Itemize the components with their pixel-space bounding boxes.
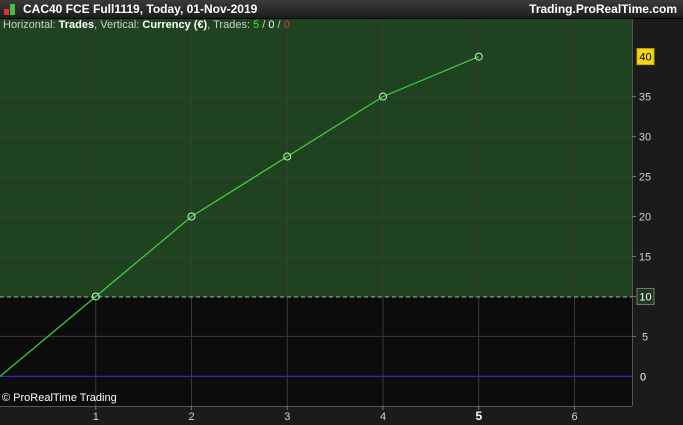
- vertical-value: Currency (€): [142, 19, 208, 31]
- horizontal-value: Trades: [58, 19, 95, 31]
- y-tick-label: 15: [639, 251, 651, 263]
- equity-chart[interactable]: 510152025303501040123456: [0, 0, 683, 425]
- x-tick-label: 1: [93, 411, 99, 423]
- x-tick-label: 2: [188, 411, 194, 423]
- trades-separator: /: [274, 19, 284, 31]
- x-tick-label: 4: [380, 411, 386, 423]
- vertical-prefix: , Vertical:: [94, 19, 143, 31]
- trades-prefix: , Trades:: [207, 19, 254, 31]
- last-value-label: 40: [639, 52, 651, 64]
- zero-label: 0: [640, 371, 646, 383]
- y-tick-label: 20: [639, 211, 651, 223]
- y-tick-label: 30: [639, 132, 651, 144]
- trades-separator: /: [259, 19, 269, 31]
- reference-value-label: 10: [639, 291, 651, 303]
- horizontal-prefix: Horizontal:: [3, 19, 59, 31]
- y-tick-label: 25: [639, 172, 651, 184]
- gain-zone: [0, 19, 632, 297]
- copyright: © ProRealTime Trading: [2, 392, 117, 404]
- chart-info-line: Horizontal: Trades, Vertical: Currency (…: [3, 19, 290, 31]
- x-tick-label: 6: [571, 411, 577, 423]
- y-tick-label: 5: [642, 331, 648, 343]
- trades-lost: 0: [283, 19, 290, 31]
- x-tick-label: 5: [475, 409, 482, 423]
- x-tick-label: 3: [284, 411, 290, 423]
- y-tick-label: 35: [639, 92, 651, 104]
